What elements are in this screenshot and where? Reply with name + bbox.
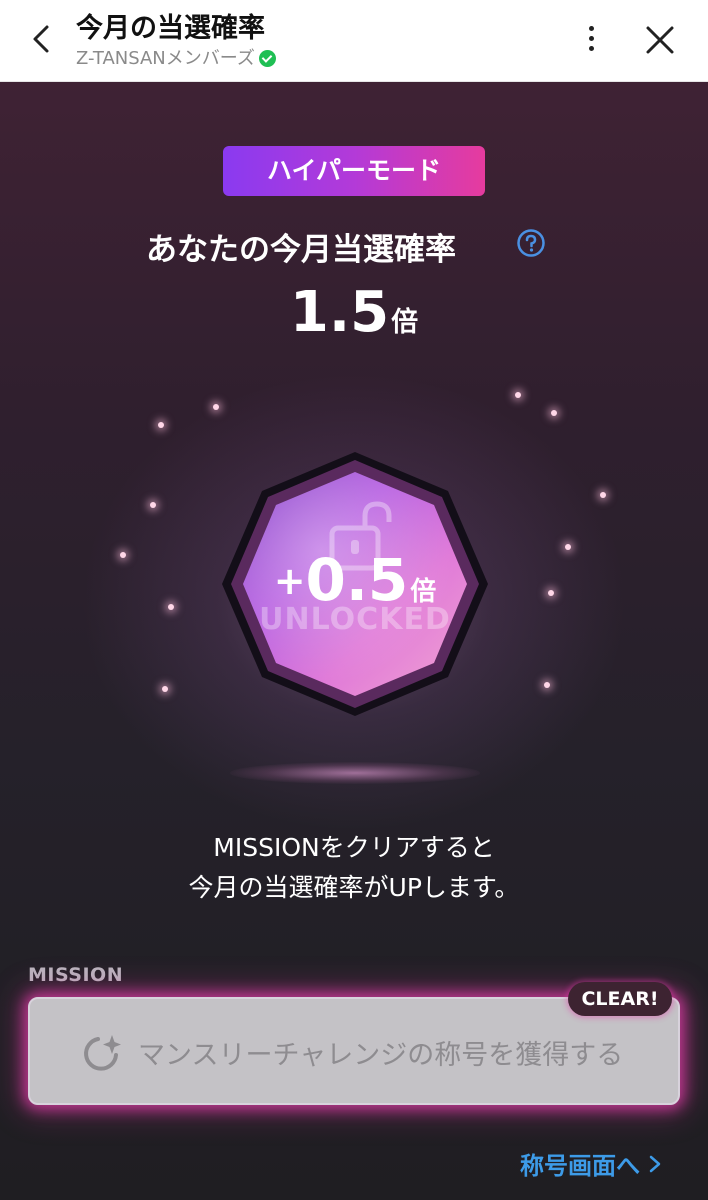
description-line-1: MISSIONをクリアすると	[213, 833, 495, 862]
chevron-left-icon	[33, 25, 49, 53]
bonus-plus: +	[273, 559, 306, 603]
bonus-value: 0.5	[305, 546, 409, 614]
clear-status-badge: CLEAR!	[568, 982, 672, 1016]
rate-display: 1.5倍	[0, 280, 708, 345]
rate-value: 1.5	[289, 280, 390, 345]
sparkle	[168, 604, 174, 610]
title-screen-link[interactable]: 称号画面へ	[520, 1146, 662, 1181]
sparkle	[548, 590, 554, 596]
bonus-rate: +0.5倍	[220, 546, 490, 614]
sparkle	[551, 410, 557, 416]
mission-heading: MISSION	[28, 964, 124, 986]
account-name: Z-TANSANメンバーズ	[76, 44, 276, 70]
sparkle	[150, 502, 156, 508]
more-vertical-icon-dot-middle	[589, 36, 594, 41]
verified-icon	[258, 49, 276, 67]
bonus-unit: 倍	[410, 577, 437, 607]
help-icon[interactable]	[516, 228, 546, 258]
mission-text: マンスリーチャレンジの称号を獲得する	[138, 1040, 624, 1071]
sparkle	[158, 422, 164, 428]
back-button[interactable]	[20, 14, 64, 62]
mode-badge: ハイパーモード	[223, 146, 485, 196]
more-vertical-icon-dot-top	[589, 26, 594, 31]
close-icon	[646, 26, 674, 54]
help-circle-icon	[517, 229, 545, 257]
sparkle	[162, 686, 168, 692]
sparkle	[565, 544, 571, 550]
sparkle	[120, 552, 126, 558]
floor-glow	[230, 762, 480, 784]
rate-unit: 倍	[391, 307, 419, 338]
sparkle	[600, 492, 606, 498]
sparkle	[515, 392, 521, 398]
sparkle	[213, 404, 219, 410]
title-screen-link-label: 称号画面へ	[520, 1152, 640, 1180]
more-options-button[interactable]	[574, 18, 608, 62]
more-vertical-icon-dot-bottom	[589, 46, 594, 51]
unlock-badge: UNLOCKED +0.5倍	[220, 450, 490, 718]
mission-description: MISSIONをクリアすると 今月の当選確率がUPします。	[0, 828, 708, 908]
chevron-right-icon	[649, 1155, 661, 1172]
account-name-text: Z-TANSANメンバーズ	[76, 48, 255, 69]
badge-sparkle-icon	[84, 1035, 121, 1071]
page-title: 今月の当選確率	[76, 13, 265, 44]
main-content: ハイパーモード あなたの今月当選確率 1.5倍 UNLOCKED +0.5倍 M…	[0, 82, 708, 1200]
close-button[interactable]	[638, 18, 682, 62]
app-header: 今月の当選確率 Z-TANSANメンバーズ	[0, 0, 708, 82]
description-line-2: 今月の当選確率がUPします。	[188, 873, 520, 902]
probability-label: あなたの今月当選確率	[146, 232, 456, 268]
sparkle	[544, 682, 550, 688]
